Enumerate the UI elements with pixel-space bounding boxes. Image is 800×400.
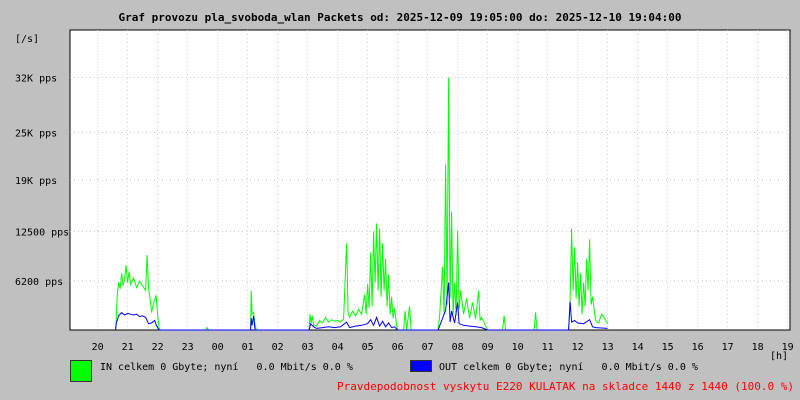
x-tick-label: 10	[512, 342, 524, 353]
x-tick-label: 06	[392, 342, 404, 353]
x-tick-label: 17	[722, 342, 734, 353]
x-tick-labels: 20 21 22 23 00 01 02 03 04 05 06 07 08 09 10 11 12 13 14 15…	[92, 342, 794, 353]
x-tick-label: 14	[632, 342, 644, 353]
y-tick-label: 32K pps	[15, 73, 57, 84]
x-tick-label: 01	[242, 342, 254, 353]
x-tick-label: 21	[122, 342, 134, 353]
y-tick-label: 19K pps	[15, 176, 57, 187]
x-tick-label: 23	[182, 342, 194, 353]
y-tick-labels: 6200 pps 12500 pps 19K pps 25K pps 32K pps	[15, 73, 69, 288]
legend-out-swatch	[410, 360, 432, 372]
y-tick-label: 6200 pps	[15, 277, 63, 288]
y-axis-label: [/s]	[15, 34, 39, 45]
legend-in-swatch	[70, 360, 92, 382]
legend-in-text: IN celkem 0 Gbyte; nyní 0.0 Mbit/s 0.0 %	[100, 362, 353, 373]
x-tick-label: 15	[662, 342, 674, 353]
x-tick-label: 05	[362, 342, 374, 353]
traffic-chart: 6200 pps 12500 pps 19K pps 25K pps 32K pps 2…	[15, 29, 794, 362]
x-tick-label: 16	[692, 342, 704, 353]
x-tick-label: 20	[92, 342, 104, 353]
x-tick-label: 13	[602, 342, 614, 353]
x-axis-label: [h]	[770, 351, 788, 362]
y-tick-label: 25K pps	[15, 129, 57, 140]
x-tick-label: 08	[452, 342, 464, 353]
x-tick-label: 11	[542, 342, 554, 353]
probability-note: Pravdepodobnost vyskytu E220 KULATAK na …	[337, 380, 794, 393]
y-tick-label: 12500 pps	[15, 227, 69, 238]
x-tick-label: 09	[482, 342, 494, 353]
x-tick-label: 18	[752, 342, 764, 353]
x-tick-label: 03	[302, 342, 314, 353]
x-tick-label: 00	[212, 342, 224, 353]
x-tick-label: 02	[272, 342, 284, 353]
x-tick-label: 22	[152, 342, 164, 353]
x-tick-label: 04	[332, 342, 344, 353]
x-tick-label: 12	[572, 342, 584, 353]
legend-out-text: OUT celkem 0 Gbyte; nyní 0.0 Mbit/s 0.0 …	[439, 362, 698, 373]
x-tick-label: 07	[422, 342, 434, 353]
